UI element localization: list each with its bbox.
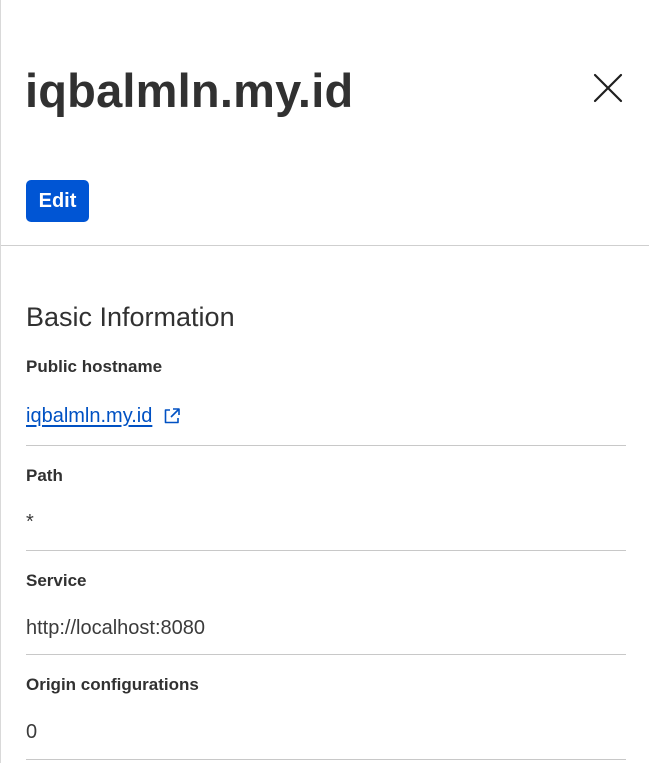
hostname-link-wrap: iqbalmln.my.id xyxy=(26,403,182,429)
page-title: iqbalmln.my.id xyxy=(25,64,354,117)
panel-header: iqbalmln.my.id Edit xyxy=(1,0,649,246)
edit-button[interactable]: Edit xyxy=(26,180,89,222)
close-button[interactable] xyxy=(589,69,627,107)
close-icon xyxy=(593,73,623,103)
external-link-icon[interactable] xyxy=(162,406,182,426)
field-value: http://localhost:8080 xyxy=(26,617,206,639)
field-label: Origin configurations xyxy=(26,675,199,694)
divider xyxy=(26,759,626,760)
public-hostname-link[interactable]: iqbalmln.my.id xyxy=(26,403,152,429)
field-label: Path xyxy=(26,466,63,485)
details-panel: iqbalmln.my.id Edit Basic Information Pu… xyxy=(0,0,649,763)
field-value: * xyxy=(26,511,34,533)
field-label: Public hostname xyxy=(26,357,163,376)
divider xyxy=(26,445,626,446)
divider xyxy=(26,550,626,551)
field-value: 0 xyxy=(26,721,38,743)
section-title: Basic Information xyxy=(26,302,235,332)
divider xyxy=(26,654,626,655)
field-label: Service xyxy=(26,571,87,590)
